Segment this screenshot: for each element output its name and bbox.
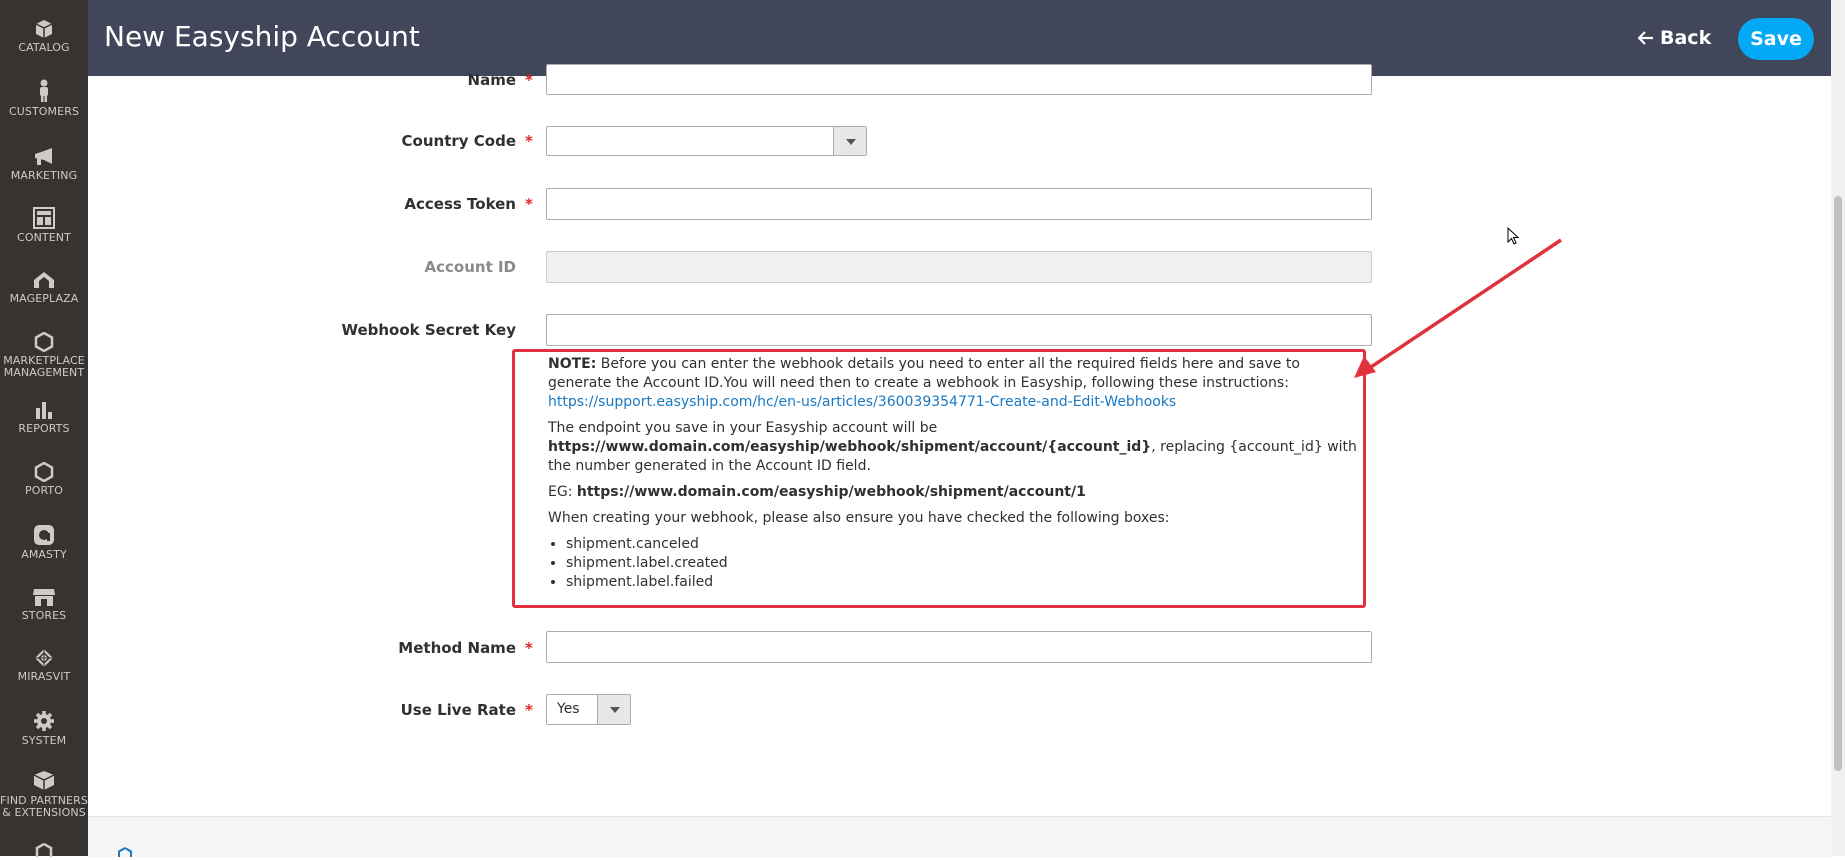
bar-chart-icon <box>36 402 52 419</box>
list-item: shipment.canceled <box>566 535 1360 554</box>
sidebar-item-partners[interactable]: FIND PARTNERS & EXTENSIONS <box>0 770 88 819</box>
account-id-label: Account ID <box>424 258 516 276</box>
use-live-rate-select[interactable]: Yes <box>546 694 631 725</box>
instructions-link[interactable]: https://support.easyship.com/hc/en-us/ar… <box>548 394 1176 410</box>
required-mark: * <box>525 132 533 150</box>
webhook-secret-key-label: Webhook Secret Key <box>341 321 516 339</box>
mirasvit-icon <box>35 649 53 667</box>
sidebar-item-label: AMASTY <box>21 548 67 561</box>
arrow-left-icon <box>1638 31 1653 45</box>
webhook-secret-key-input[interactable] <box>546 314 1372 346</box>
back-button-label: Back <box>1660 27 1712 49</box>
sidebar-item-stores[interactable]: STORES <box>0 587 88 622</box>
use-live-rate-value: Yes <box>557 701 580 717</box>
sidebar-item-content[interactable]: CONTENT <box>0 207 88 244</box>
page-title: New Easyship Account <box>104 20 420 53</box>
sidebar-item-amasty[interactable]: AMASTY <box>0 524 88 561</box>
sidebar-item-label: FIND PARTNERS & EXTENSIONS <box>0 794 88 819</box>
page-footer <box>88 816 1831 857</box>
note-prefix: NOTE: <box>548 356 597 372</box>
boxes-icon <box>33 771 55 790</box>
sidebar-item-label: MARKETING <box>10 169 78 182</box>
sidebar-item-marketplace[interactable]: MARKETPLACE MANAGEMENT <box>0 332 88 379</box>
name-label: Name <box>467 71 516 89</box>
sidebar-item-catalog[interactable]: CATALOG <box>0 19 88 54</box>
sidebar-item-label: REPORTS <box>18 422 70 435</box>
access-token-label: Access Token <box>404 195 516 213</box>
example-url: https://www.domain.com/easyship/webhook/… <box>576 484 1086 500</box>
required-mark: * <box>525 701 533 719</box>
list-item: shipment.label.created <box>566 554 1360 573</box>
sidebar-item-mageplaza[interactable]: MAGEPLAZA <box>0 270 88 305</box>
endpoint-url: https://www.domain.com/easyship/webhook/… <box>548 439 1152 455</box>
account-id-input <box>546 251 1372 283</box>
required-mark: * <box>525 639 533 657</box>
example-prefix: EG: <box>548 484 577 500</box>
admin-sidebar: CATALOG CUSTOMERS MARKETING CONTENT MAGE… <box>0 0 88 857</box>
note-paragraph: NOTE: Before you can enter the webhook d… <box>548 355 1360 412</box>
note-text: Before you can enter the webhook details… <box>548 356 1300 391</box>
required-mark: * <box>525 195 533 213</box>
annotation-arrow <box>1354 238 1562 378</box>
checkbox-intro: When creating your webhook, please also … <box>548 510 1170 526</box>
sidebar-item-more[interactable] <box>0 843 88 860</box>
sidebar-item-marketing[interactable]: MARKETING <box>0 147 88 182</box>
sidebar-item-label: CUSTOMERS <box>8 105 80 118</box>
country-code-label: Country Code <box>401 132 516 150</box>
sidebar-item-label: MIRASVIT <box>17 670 71 683</box>
sidebar-item-reports[interactable]: REPORTS <box>0 400 88 435</box>
gear-icon <box>34 711 54 731</box>
chevron-down-icon[interactable] <box>833 127 866 155</box>
webhook-note: NOTE: Before you can enter the webhook d… <box>548 355 1360 592</box>
endpoint-intro: The endpoint you save in your Easyship a… <box>548 420 938 436</box>
name-input[interactable] <box>546 64 1372 95</box>
country-code-select[interactable] <box>546 126 867 156</box>
sidebar-item-label: CONTENT <box>17 231 71 244</box>
save-button[interactable]: Save <box>1738 18 1814 60</box>
sidebar-item-porto[interactable]: PORTO <box>0 462 88 497</box>
access-token-input[interactable] <box>546 188 1372 220</box>
amasty-icon <box>34 525 54 545</box>
sidebar-item-label: CATALOG <box>18 41 70 54</box>
megaphone-icon <box>35 148 52 165</box>
back-button[interactable]: Back <box>1638 24 1711 52</box>
method-name-input[interactable] <box>546 631 1372 663</box>
sidebar-item-mirasvit[interactable]: MIRASVIT <box>0 648 88 683</box>
hexagon-icon <box>34 462 54 482</box>
sidebar-item-label: STORES <box>21 609 67 622</box>
example-paragraph: EG: https://www.domain.com/easyship/webh… <box>548 483 1360 502</box>
hexagon-icon <box>34 332 54 352</box>
method-name-label: Method Name <box>398 639 516 657</box>
sidebar-item-system[interactable]: SYSTEM <box>0 710 88 747</box>
sidebar-item-label: MAGEPLAZA <box>9 292 79 305</box>
list-item: shipment.label.failed <box>566 573 1360 592</box>
page-scrollbar[interactable] <box>1831 0 1845 856</box>
sidebar-item-customers[interactable]: CUSTOMERS <box>0 79 88 118</box>
sidebar-item-label: SYSTEM <box>21 734 67 747</box>
use-live-rate-label: Use Live Rate <box>400 701 516 719</box>
endpoint-paragraph: The endpoint you save in your Easyship a… <box>548 419 1360 476</box>
required-mark: * <box>525 71 533 89</box>
hexagon-icon <box>35 843 53 857</box>
cube-icon <box>35 20 53 38</box>
store-icon <box>33 589 55 606</box>
scrollbar-thumb[interactable] <box>1834 196 1842 771</box>
mouse-cursor-icon <box>1507 227 1520 245</box>
person-icon <box>40 79 48 102</box>
mageplaza-icon <box>34 272 54 288</box>
checkbox-list: shipment.canceled shipment.label.created… <box>548 535 1360 592</box>
sidebar-item-label: PORTO <box>24 484 63 497</box>
sidebar-item-label: MARKETPLACE MANAGEMENT <box>3 354 85 379</box>
layout-icon <box>33 207 55 229</box>
chevron-down-icon[interactable] <box>597 695 630 724</box>
